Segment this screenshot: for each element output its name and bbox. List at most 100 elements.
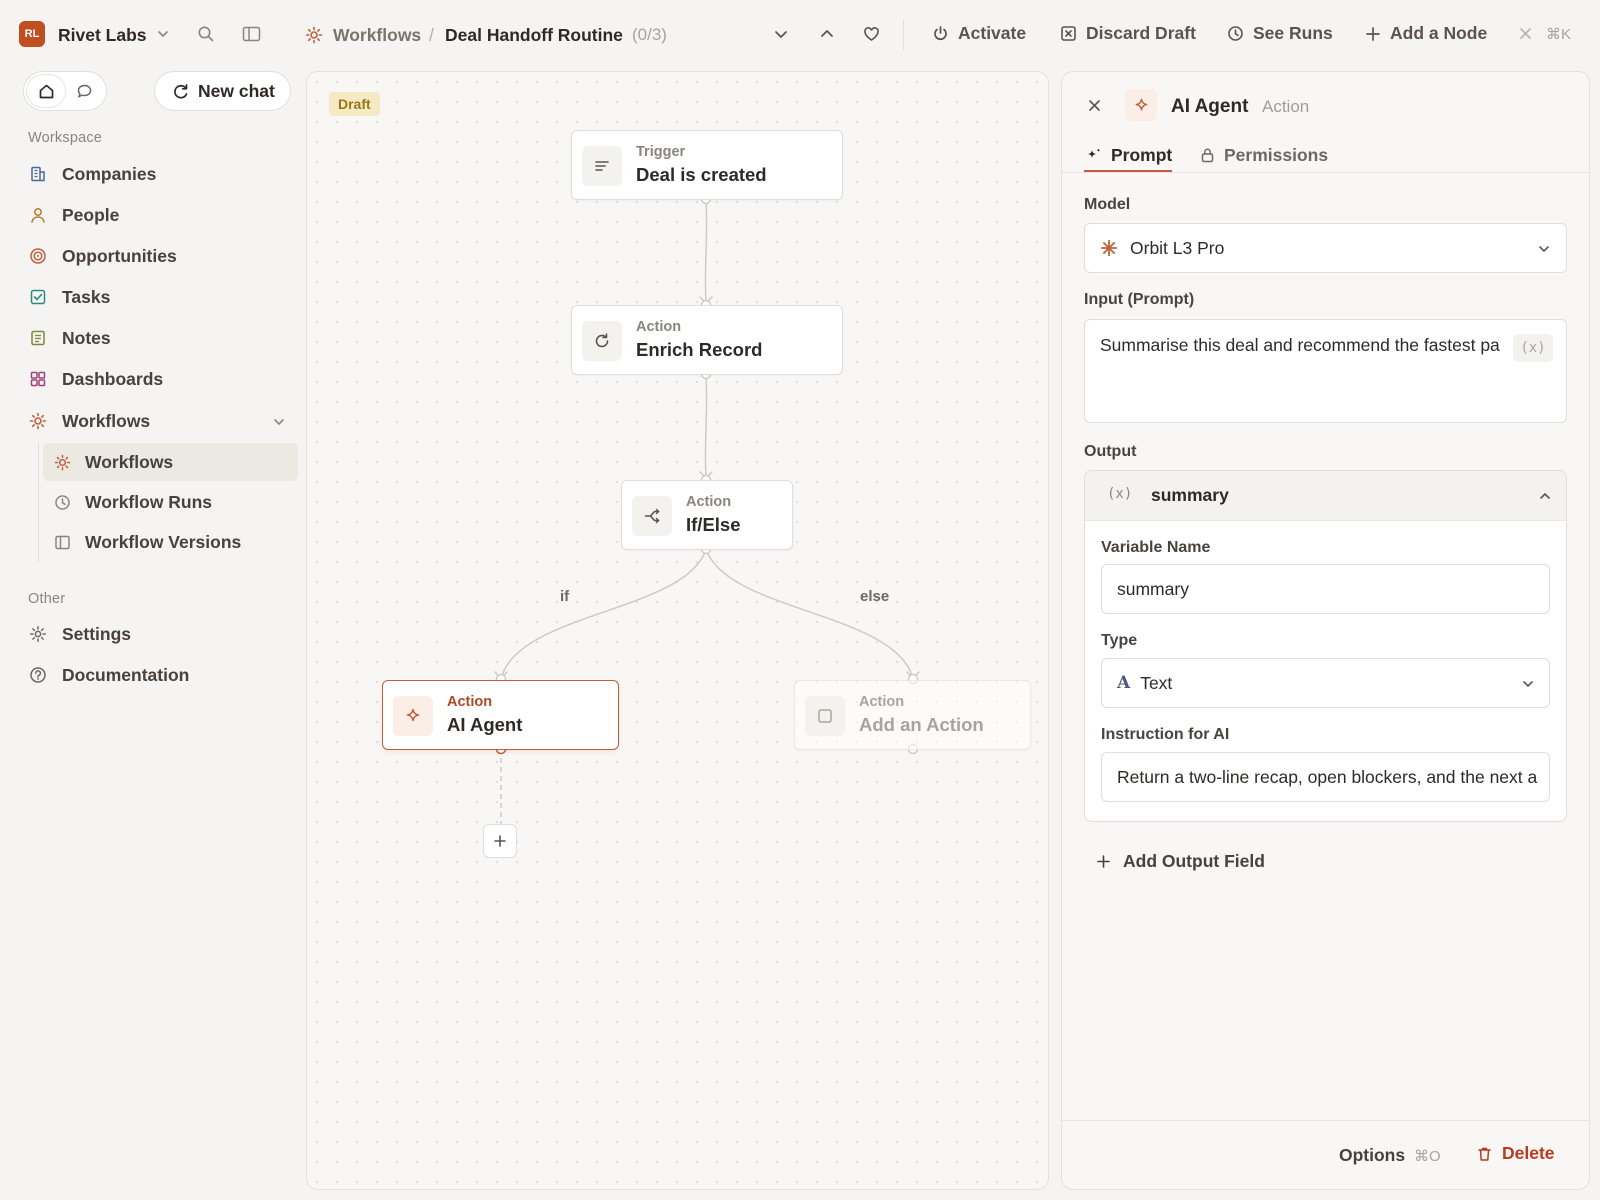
close-icon[interactable] <box>1087 98 1102 113</box>
sidebar-toggle-icon[interactable] <box>242 25 261 43</box>
sidebar-item-label: Documentation <box>62 664 190 685</box>
sidebar-item-label: Notes <box>62 327 111 348</box>
new-chat-button[interactable]: New chat <box>154 71 291 111</box>
toolbar-divider <box>903 20 904 50</box>
sidebar-item-opportunities[interactable]: Opportunities <box>28 239 290 273</box>
chevron-down-icon[interactable] <box>272 415 286 429</box>
instruction-input[interactable]: Return a two-line recap, open blockers, … <box>1101 752 1550 802</box>
variable-name-input[interactable]: summary <box>1101 564 1550 614</box>
node-name-label: If/Else <box>686 514 741 535</box>
note-icon <box>31 330 45 346</box>
sidebar-subitem-workflow-versions[interactable]: Workflow Versions <box>43 523 298 561</box>
version-count: (0/3) <box>632 25 667 44</box>
workspace-name[interactable]: Rivet Labs <box>58 25 147 46</box>
other-section-label: Other <box>28 591 66 607</box>
close-icon[interactable] <box>1518 26 1533 41</box>
discard-draft-button[interactable]: Discard Draft <box>1060 23 1196 44</box>
node-settings-panel: AI Agent Action Prompt Permissions Model… <box>1061 71 1590 1190</box>
sidebar-item-tasks[interactable]: Tasks <box>28 280 290 314</box>
node-add-action-placeholder[interactable]: Action Add an Action <box>794 680 1031 750</box>
top-bar: RL Rivet Labs Workflows / Deal Handoff R… <box>0 0 1600 70</box>
plus-icon <box>1097 855 1110 868</box>
node-if-else[interactable]: Action If/Else <box>621 480 793 550</box>
edge-enrich-ifelse <box>704 373 708 480</box>
panel-node-icon <box>1125 89 1157 121</box>
sidebar-item-workflows[interactable]: Workflows <box>28 404 290 438</box>
sidebar-item-companies[interactable]: Companies <box>28 157 290 191</box>
chat-icon[interactable] <box>76 83 93 100</box>
add-node-button[interactable]: Add a Node <box>1365 23 1487 44</box>
refresh-icon <box>595 333 609 348</box>
instruction-label: Instruction for AI <box>1101 726 1230 743</box>
variable-name-label: Variable Name <box>1101 539 1211 556</box>
chevron-down-icon[interactable] <box>773 26 789 42</box>
see-runs-label: See Runs <box>1253 23 1333 43</box>
heart-icon[interactable] <box>863 26 880 42</box>
trash-icon <box>1478 1147 1491 1161</box>
model-value: Orbit L3 Pro <box>1130 237 1225 258</box>
person-icon <box>31 208 45 223</box>
output-field-header[interactable]: (x) summary <box>1085 471 1566 521</box>
sidebar-item-label: Tasks <box>62 286 111 307</box>
workspace-logo[interactable]: RL <box>19 21 45 47</box>
prompt-input[interactable]: Summarise this deal and recommend the fa… <box>1084 319 1567 423</box>
output-field-card: (x) summary Variable Name summary Type A… <box>1084 470 1567 822</box>
discard-draft-label: Discard Draft <box>1086 23 1196 43</box>
tab-divider <box>1062 172 1589 173</box>
search-icon[interactable] <box>197 25 215 43</box>
options-button[interactable]: Options <box>1339 1145 1405 1166</box>
grid-icon <box>30 371 46 387</box>
sidebar-mode-switch <box>23 71 107 111</box>
node-ai-agent[interactable]: Action AI Agent <box>382 680 619 750</box>
sidebar-subitem-workflow-runs[interactable]: Workflow Runs <box>43 483 298 521</box>
sidebar-subitem-workflows[interactable]: Workflows <box>43 443 298 481</box>
sidebar-item-dashboards[interactable]: Dashboards <box>28 362 290 396</box>
output-field-name: summary <box>1151 485 1229 505</box>
model-asterisk-icon <box>1100 239 1118 257</box>
panel-subtitle: Action <box>1262 97 1310 116</box>
node-type-label: Action <box>636 319 682 335</box>
sidebar-item-notes[interactable]: Notes <box>28 321 290 355</box>
sidebar-item-settings[interactable]: Settings <box>28 617 290 651</box>
see-runs-button[interactable]: See Runs <box>1227 23 1333 44</box>
tab-label: Permissions <box>1224 144 1329 165</box>
type-label: Type <box>1101 632 1138 649</box>
home-tab[interactable] <box>27 75 65 107</box>
sidebar-item-people[interactable]: People <box>28 198 290 232</box>
node-trigger[interactable]: Trigger Deal is created <box>571 130 843 200</box>
lock-icon <box>1201 148 1214 163</box>
activate-button[interactable]: Activate <box>932 23 1026 44</box>
chevron-up-icon[interactable] <box>819 26 835 42</box>
discard-icon <box>1061 26 1076 41</box>
subnav-guide-line <box>38 442 39 562</box>
input-prompt-label: Input (Prompt) <box>1084 291 1195 308</box>
node-name-label: Enrich Record <box>636 339 763 360</box>
page-title[interactable]: Deal Handoff Routine <box>445 25 623 46</box>
node-name-label: Add an Action <box>859 714 984 735</box>
type-select[interactable]: A Text <box>1101 658 1550 708</box>
type-value: Text <box>1140 672 1173 693</box>
sparkle-icon <box>406 708 420 722</box>
delete-button[interactable]: Delete <box>1477 1143 1555 1164</box>
model-select[interactable]: Orbit L3 Pro <box>1084 223 1567 273</box>
edge-if-branch <box>500 548 707 680</box>
panel-title[interactable]: AI Agent <box>1171 96 1248 118</box>
home-icon <box>39 84 54 99</box>
node-type-label: Action <box>859 694 905 710</box>
new-chat-icon <box>174 83 188 99</box>
text-type-icon: A <box>1117 673 1131 693</box>
trigger-lines-icon <box>595 161 609 171</box>
delete-label: Delete <box>1502 1143 1555 1163</box>
tab-permissions[interactable]: Permissions <box>1200 138 1328 172</box>
node-enrich-record[interactable]: Action Enrich Record <box>571 305 843 375</box>
tab-prompt[interactable]: Prompt <box>1086 138 1172 172</box>
breadcrumb-workflows[interactable]: Workflows <box>333 25 421 46</box>
chevron-down-icon[interactable] <box>156 27 170 41</box>
insert-variable-button[interactable]: (x) <box>1513 334 1553 362</box>
sidebar-item-label: Workflows <box>62 410 151 431</box>
add-output-field-button[interactable]: Add Output Field <box>1096 851 1265 872</box>
branch-icon <box>644 508 660 524</box>
add-step-button[interactable] <box>483 824 517 858</box>
sidebar-item-documentation[interactable]: Documentation <box>28 658 290 692</box>
workflow-canvas[interactable]: Draft Trigger Deal is created Action Enr… <box>306 71 1049 1190</box>
